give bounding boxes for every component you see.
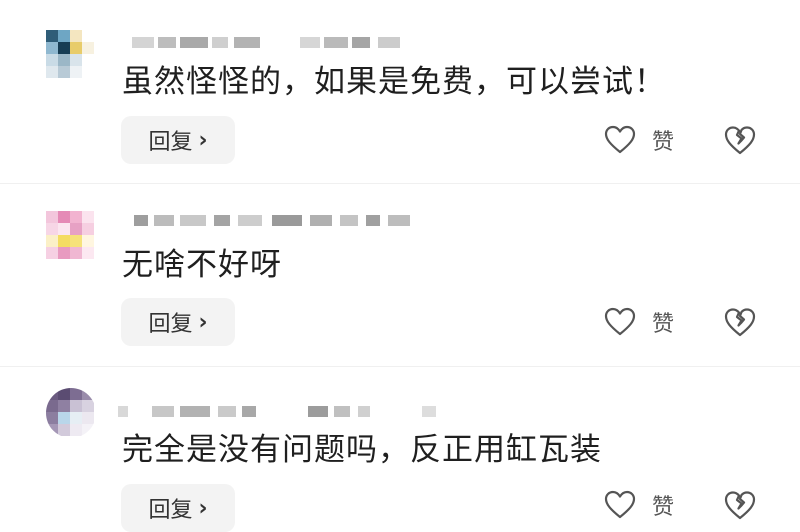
chevron-right-icon: ›: [198, 309, 208, 335]
avatar[interactable]: [46, 211, 96, 261]
comment-text: 无啥不好呀: [122, 247, 282, 283]
heart-outline-icon: [604, 490, 636, 520]
broken-heart-icon[interactable]: [722, 122, 758, 158]
reply-button[interactable]: 回复 ›: [121, 484, 235, 532]
reply-label: 回复: [148, 130, 193, 155]
like-label: 赞: [652, 130, 675, 155]
like-button[interactable]: 赞: [604, 302, 674, 342]
username-blurred[interactable]: [118, 404, 436, 420]
avatar[interactable]: [46, 388, 96, 438]
avatar[interactable]: [46, 30, 96, 80]
reply-button[interactable]: 回复 ›: [121, 298, 235, 346]
chevron-right-icon: ›: [198, 127, 208, 153]
divider: [0, 183, 800, 184]
username-blurred[interactable]: [122, 35, 422, 51]
divider: [0, 366, 800, 367]
username-blurred[interactable]: [122, 213, 422, 229]
reply-button[interactable]: 回复 ›: [121, 116, 235, 164]
like-button[interactable]: 赞: [604, 120, 674, 160]
broken-heart-icon[interactable]: [722, 487, 758, 523]
comment-text: 完全是没有问题吗，反正用缸瓦装: [122, 432, 602, 468]
heart-outline-icon: [604, 307, 636, 337]
heart-outline-icon: [604, 125, 636, 155]
broken-heart-icon[interactable]: [722, 304, 758, 340]
like-label: 赞: [652, 312, 675, 337]
comment-text: 虽然怪怪的，如果是免费，可以尝试！: [122, 64, 666, 100]
reply-label: 回复: [148, 312, 193, 337]
chevron-right-icon: ›: [198, 495, 208, 521]
reply-label: 回复: [148, 498, 193, 523]
like-label: 赞: [652, 495, 675, 520]
like-button[interactable]: 赞: [604, 485, 674, 525]
